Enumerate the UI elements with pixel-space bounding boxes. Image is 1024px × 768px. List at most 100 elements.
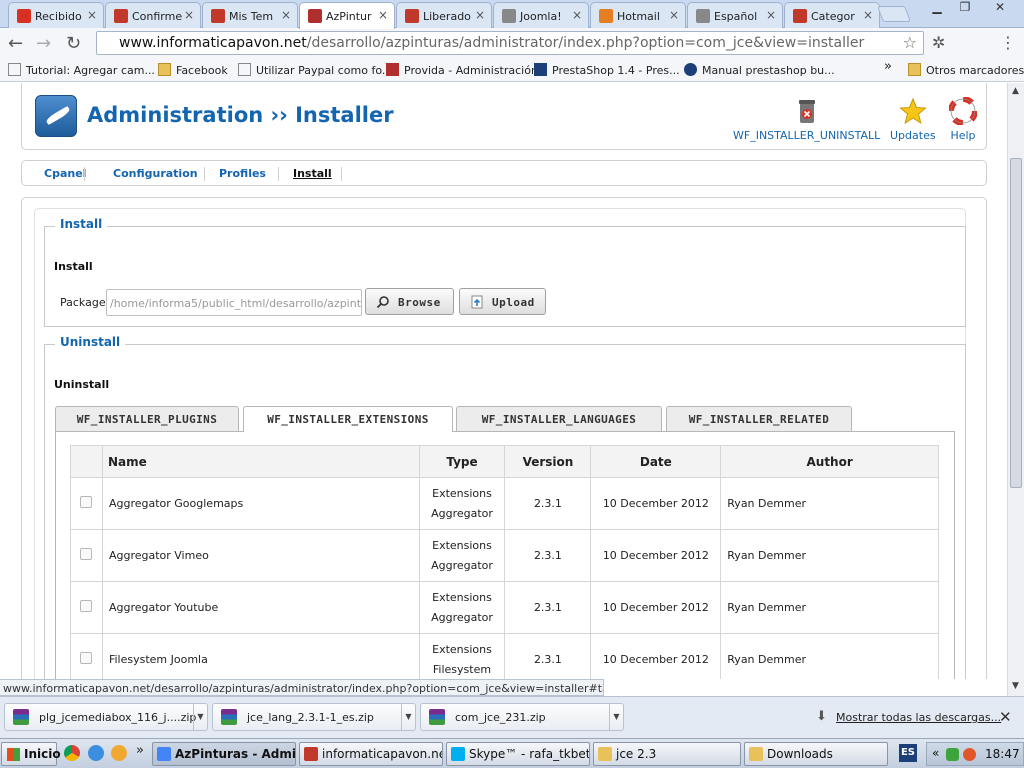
browser-tab-label: AzPintur	[326, 10, 372, 23]
cell-type-group: Extensions	[432, 486, 492, 500]
row-checkbox[interactable]	[80, 600, 93, 612]
scroll-down-icon[interactable]: ▼	[1012, 681, 1019, 691]
page-scrollbar[interactable]: ▲ ▼	[1007, 83, 1024, 696]
bookmark-item[interactable]: Provida - Administración	[386, 63, 538, 77]
download-item[interactable]: plg_jcemediabox_116_j....zip ▼	[4, 703, 208, 731]
close-icon[interactable]: ✕	[999, 708, 1012, 726]
row-checkbox[interactable]	[80, 548, 93, 560]
help-button[interactable]: Help	[949, 97, 977, 142]
row-select-cell	[70, 529, 103, 582]
cell-type-group: Extensions	[432, 538, 492, 552]
browser-tab[interactable]: Español ×	[687, 2, 783, 28]
internet-explorer-icon[interactable]	[88, 745, 104, 761]
minimize-icon[interactable]: ▁	[924, 0, 950, 18]
browser-tab[interactable]: Categor ×	[784, 2, 880, 28]
column-header-type[interactable]: Type	[418, 445, 506, 478]
download-item[interactable]: com_jce_231.zip ▼	[420, 703, 624, 731]
row-checkbox[interactable]	[80, 652, 93, 664]
bookmark-star-icon[interactable]: ☆	[903, 33, 917, 52]
close-tab-icon[interactable]: ×	[87, 8, 97, 22]
bookmark-item[interactable]: Manual prestashop bu...	[684, 63, 835, 77]
close-tab-icon[interactable]: ×	[378, 8, 388, 22]
scroll-thumb[interactable]	[1010, 158, 1022, 488]
clock[interactable]: 18:47	[985, 747, 1020, 761]
bookmark-item[interactable]: Tutorial: Agregar cam...	[8, 63, 155, 77]
taskbar-task-label: AzPinturas - Admin...	[175, 747, 296, 761]
browse-button[interactable]: Browse	[365, 288, 454, 315]
extension-icon[interactable]: ✲	[932, 33, 945, 52]
close-window-icon[interactable]: ✕	[980, 0, 1020, 18]
row-select-cell	[70, 477, 103, 530]
taskbar-task[interactable]: jce 2.3	[593, 742, 741, 766]
show-all-downloads-link[interactable]: Mostrar todas las descargas...	[836, 711, 1001, 724]
browser-tab[interactable]: Recibido ×	[8, 2, 104, 28]
chrome-icon[interactable]	[64, 745, 80, 761]
tray-app-icon[interactable]	[963, 748, 976, 761]
package-path-field[interactable]: /home/informa5/public_html/desarrollo/az…	[106, 289, 362, 316]
bookmark-item[interactable]: Facebook	[158, 63, 228, 77]
tab-extensions[interactable]: WF_INSTALLER_EXTENSIONS	[243, 406, 453, 432]
new-tab-button[interactable]	[877, 6, 911, 22]
browser-tab[interactable]: Confirme ×	[105, 2, 201, 28]
bookmarks-bar: Tutorial: Agregar cam... Facebook Utiliz…	[0, 58, 1024, 82]
menu-item-profiles[interactable]: Profiles	[219, 167, 266, 180]
cell-name: Aggregator Vimeo	[101, 529, 420, 582]
taskbar-task[interactable]: Skype™ - rafa_tkbeti...	[446, 742, 590, 766]
tray-expand-icon[interactable]: «	[932, 746, 939, 760]
close-tab-icon[interactable]: ×	[669, 8, 679, 22]
start-button[interactable]: Inicio	[1, 742, 61, 766]
bookmarks-overflow-icon[interactable]: »	[884, 59, 892, 74]
browser-tab[interactable]: Hotmail ×	[590, 2, 686, 28]
column-header-author[interactable]: Author	[720, 445, 939, 478]
updates-button[interactable]: Updates	[890, 97, 936, 142]
browser-tab[interactable]: Joomla! ×	[493, 2, 589, 28]
browser-tab[interactable]: Mis Tem ×	[202, 2, 298, 28]
tray-app-icon[interactable]	[946, 748, 959, 761]
menu-item-cpanel[interactable]: Cpanel	[44, 167, 86, 180]
taskbar-task[interactable]: Downloads	[744, 742, 888, 766]
menu-item-install[interactable]: Install	[293, 167, 332, 180]
close-tab-icon[interactable]: ×	[475, 8, 485, 22]
close-tab-icon[interactable]: ×	[184, 8, 194, 22]
close-tab-icon[interactable]: ×	[863, 8, 873, 22]
chevron-down-icon[interactable]: ▼	[609, 704, 623, 730]
forward-icon[interactable]: →	[36, 33, 51, 54]
browser-tab[interactable]: Liberado ×	[396, 2, 492, 28]
favicon-icon	[405, 9, 419, 23]
language-indicator[interactable]: ES	[899, 744, 917, 762]
scroll-up-icon[interactable]: ▲	[1012, 86, 1019, 96]
maximize-icon[interactable]: ❐	[952, 0, 978, 18]
cell-author: Ryan Demmer	[720, 633, 939, 679]
quicklaunch-more-icon[interactable]: »	[136, 743, 144, 758]
column-header-version[interactable]: Version	[504, 445, 592, 478]
tab-languages[interactable]: WF_INSTALLER_LANGUAGES	[456, 406, 662, 431]
cell-type: Extensions Aggregator	[418, 529, 506, 582]
upload-button[interactable]: Upload	[459, 288, 546, 315]
close-tab-icon[interactable]: ×	[766, 8, 776, 22]
chevron-down-icon[interactable]: ▼	[401, 704, 415, 730]
status-url: www.informaticapavon.net/desarrollo/azpi…	[0, 679, 604, 696]
table-header-row: Name Type Version Date Author	[70, 445, 939, 478]
other-bookmarks[interactable]: Otros marcadores	[908, 63, 1024, 77]
tab-plugins[interactable]: WF_INSTALLER_PLUGINS	[55, 406, 239, 431]
close-tab-icon[interactable]: ×	[572, 8, 582, 22]
download-item[interactable]: jce_lang_2.3.1-1_es.zip ▼	[212, 703, 416, 731]
address-bar[interactable]: www.informaticapavon.net/desarrollo/azpi…	[96, 31, 924, 55]
taskbar-task[interactable]: informaticapavon.net...	[299, 742, 443, 766]
wrench-menu-icon[interactable]: ⋮	[1000, 33, 1016, 52]
bookmark-item[interactable]: PrestaShop 1.4 - Pres...	[534, 63, 680, 77]
chevron-down-icon[interactable]: ▼	[193, 704, 207, 730]
bookmark-item[interactable]: Utilizar Paypal como fo...	[238, 63, 392, 77]
close-tab-icon[interactable]: ×	[281, 8, 291, 22]
row-checkbox[interactable]	[80, 496, 93, 508]
reload-icon[interactable]: ↻	[66, 33, 81, 54]
back-icon[interactable]: ←	[8, 33, 23, 54]
menu-item-configuration[interactable]: Configuration	[113, 167, 198, 180]
browser-tab[interactable]: AzPintur ×	[299, 2, 395, 29]
column-header-name[interactable]: Name	[101, 445, 420, 478]
column-header-date[interactable]: Date	[590, 445, 722, 478]
messenger-icon[interactable]	[111, 745, 127, 761]
uninstall-button[interactable]: WF_INSTALLER_UNINSTALL	[733, 97, 880, 142]
taskbar-task[interactable]: AzPinturas - Admin...	[152, 742, 296, 766]
tab-related[interactable]: WF_INSTALLER_RELATED	[666, 406, 852, 431]
